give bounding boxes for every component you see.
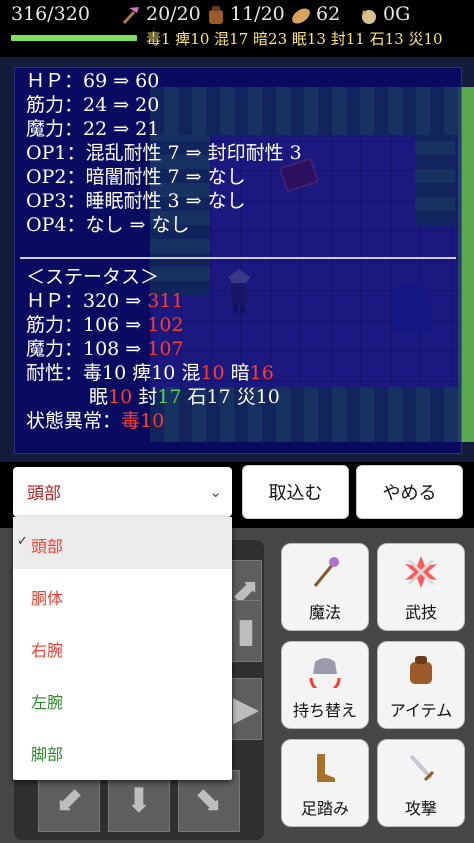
status-magic-new: 107 <box>147 338 184 360</box>
res-sleep-label: 眠 <box>89 386 109 408</box>
step-in-place-button[interactable]: 足踏み <box>281 739 369 827</box>
chevron-down-icon: ⌄ <box>209 483 222 501</box>
hp-counter: 316/320 <box>11 3 90 25</box>
item-button[interactable]: アイテム <box>377 641 465 729</box>
compare-op4: OP4：なし ⇒ なし <box>26 214 190 236</box>
equip-slot-selected: 頭部 <box>27 484 61 504</box>
item-label: アイテム <box>389 701 453 720</box>
compare-hp: ＨＰ：69 ⇒ 60 <box>26 70 160 92</box>
compare-strength: 筋力：24 ⇒ 20 <box>26 94 160 116</box>
option-label: 左腕 <box>31 693 64 712</box>
compare-op2: OP2：暗闇耐性 7 ⇒ なし <box>26 166 246 188</box>
compare-magic: 魔力：22 ⇒ 21 <box>26 118 160 140</box>
abnormal-label: 状態異常： <box>26 410 122 432</box>
status-resistances: 毒1 痺10 混17 暗23 眠13 封11 石13 災10 <box>146 30 443 48</box>
attack-label: 攻撃 <box>404 799 437 818</box>
res-rest: 石17 災10 <box>181 386 280 408</box>
res-dark-label: 暗 <box>224 362 250 384</box>
gold-pouch-icon <box>362 10 376 24</box>
status-abnormal: 状態異常：毒10 <box>26 409 164 433</box>
res-seal-label: 封 <box>132 386 158 408</box>
status-heading: ＜ステータス＞ <box>26 266 160 288</box>
sword-icon <box>409 754 435 782</box>
dropdown-option-right-arm[interactable]: 右腕 <box>13 621 232 673</box>
status-resistance-row1: 耐性：毒10 痺10 混10 暗16 <box>26 361 274 385</box>
dpad-right-arrow[interactable]: ▶ <box>230 678 262 740</box>
bag-icon <box>410 656 432 684</box>
bag-icon <box>209 6 223 24</box>
res-sleep-value: 10 <box>108 386 133 408</box>
skill-label: 武技 <box>404 603 437 622</box>
gold-count: 0G <box>383 3 411 25</box>
take-in-button[interactable]: 取込む <box>242 465 349 519</box>
pickaxe-icon <box>122 7 139 25</box>
res-label: 耐性：毒10 痺10 混 <box>26 362 201 384</box>
status-magic-label: 魔力：108 ⇒ <box>26 338 148 360</box>
res-seal-value: 17 <box>157 386 182 408</box>
step-in-place-label: 足踏み <box>300 799 349 818</box>
res-confusion-value: 10 <box>200 362 225 384</box>
option-label: 右腕 <box>31 641 64 660</box>
status-strength: 筋力：106 ⇒ 102 <box>26 313 184 337</box>
hp-bar <box>11 35 138 41</box>
abnormal-value: 毒10 <box>121 410 165 432</box>
dungeon-view: ＨＰ：69 ⇒ 60 筋力：24 ⇒ 20 魔力：22 ⇒ 21 OP1：混乱耐… <box>0 57 474 462</box>
magic-button[interactable]: 魔法 <box>281 543 369 631</box>
crossed-swords-icon <box>405 556 437 588</box>
dpad-up-arrow[interactable]: ▮ <box>230 600 262 662</box>
pickaxe-durability: 20/20 <box>146 3 201 25</box>
status-resistance-row2: 眠10 封17 石17 災10 <box>89 385 280 409</box>
skill-button[interactable]: 武技 <box>377 543 465 631</box>
food-count: 62 <box>316 3 341 25</box>
status-bar: 316/320 20/20 11/20 62 0G 毒1 痺10 混17 暗23… <box>0 0 474 55</box>
status-hp-label: ＨＰ：320 ⇒ <box>26 290 148 312</box>
status-hp: ＨＰ：320 ⇒ 311 <box>26 289 184 313</box>
equip-slot-dropdown: ✓ 頭部 胴体 右腕 左腕 脚部 <box>13 517 232 780</box>
checkmark-icon: ✓ <box>17 534 28 549</box>
magic-label: 魔法 <box>308 603 341 622</box>
swap-weapon-button[interactable]: 持ち替え <box>281 641 369 729</box>
dropdown-option-head[interactable]: ✓ 頭部 <box>13 517 232 569</box>
dropdown-option-body[interactable]: 胴体 <box>13 569 232 621</box>
dropdown-option-legs[interactable]: 脚部 <box>13 725 232 777</box>
status-strength-label: 筋力：106 ⇒ <box>26 314 148 336</box>
status-hp-new: 311 <box>147 290 184 312</box>
compare-op3: OP3：睡眠耐性 3 ⇒ なし <box>26 190 246 212</box>
swap-weapon-label: 持ち替え <box>292 701 357 720</box>
compare-op1: OP1：混乱耐性 7 ⇒ 封印耐性 3 <box>26 142 302 164</box>
staff-icon <box>313 557 339 587</box>
divider <box>20 257 456 259</box>
attack-button[interactable]: 攻撃 <box>377 739 465 827</box>
dropdown-option-left-arm[interactable]: 左腕 <box>13 673 232 725</box>
option-label: 胴体 <box>31 589 64 608</box>
option-label: 脚部 <box>31 745 64 764</box>
helmet-swap-icon <box>309 658 341 688</box>
status-magic: 魔力：108 ⇒ 107 <box>26 337 184 361</box>
cancel-button[interactable]: やめる <box>356 465 463 519</box>
option-label: 頭部 <box>31 537 64 556</box>
equip-slot-select[interactable]: 頭部 ⌄ <box>13 467 232 517</box>
status-strength-new: 102 <box>147 314 184 336</box>
res-dark-value: 16 <box>249 362 274 384</box>
bag-capacity: 11/20 <box>230 3 285 25</box>
bread-icon <box>292 8 310 24</box>
boots-icon <box>317 754 335 782</box>
